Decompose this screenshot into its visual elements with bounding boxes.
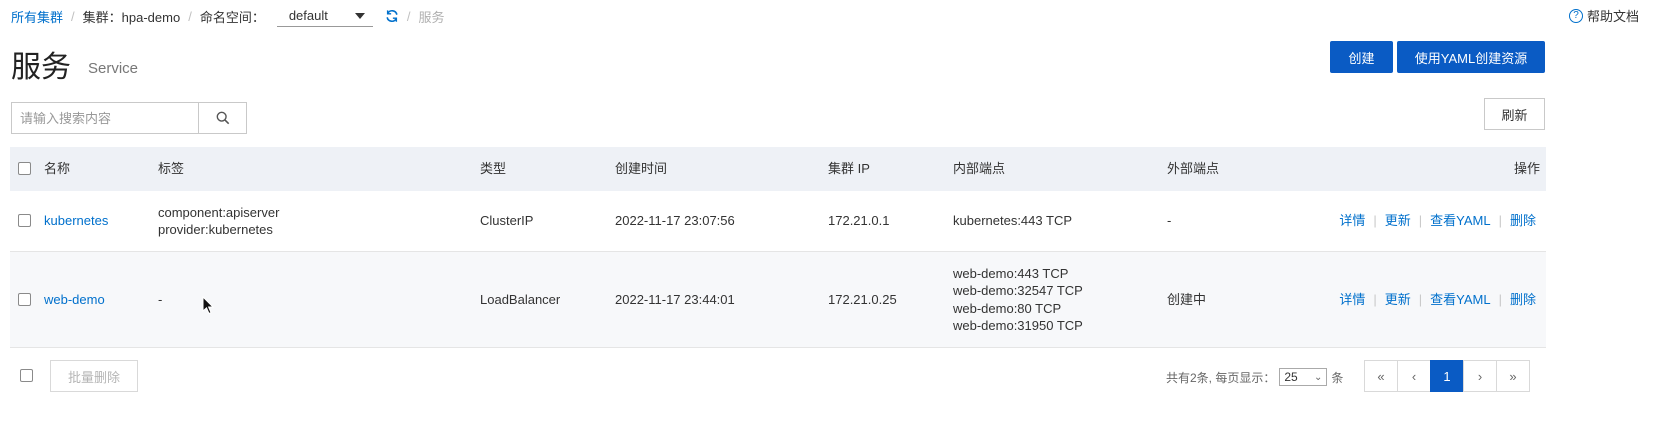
label-item: provider:kubernetes — [158, 222, 273, 237]
view-yaml-link[interactable]: 查看YAML — [1430, 291, 1490, 309]
endpoint-item: web-demo:32547 TCP — [953, 283, 1083, 298]
detail-link[interactable]: 详情 — [1339, 212, 1365, 230]
delete-link[interactable]: 删除 — [1510, 291, 1536, 309]
internal-endpoint-cell: kubernetes:443 TCP — [953, 191, 1072, 251]
divider: | — [1373, 213, 1377, 229]
view-yaml-link[interactable]: 查看YAML — [1430, 212, 1490, 230]
detail-link[interactable]: 详情 — [1339, 291, 1365, 309]
help-link[interactable]: ? 帮助文档 — [1568, 6, 1639, 25]
breadcrumb: 所有集群 / 集群：hpa-demo / 命名空间： default / 服务 — [11, 5, 445, 27]
service-name-link[interactable]: web-demo — [44, 291, 105, 309]
row-checkbox[interactable] — [18, 214, 31, 227]
type-cell: LoadBalancer — [480, 291, 561, 307]
header-operations: 操作 — [1513, 161, 1540, 177]
row-checkbox[interactable] — [18, 292, 31, 306]
footer-select-all-checkbox[interactable] — [20, 369, 33, 382]
labels-cell: - — [158, 252, 162, 347]
pagination-info: 共有2条, 每页显示： 25 ⌄ 条 — [1166, 368, 1343, 386]
table-row: kubernetes component:apiserver provider:… — [10, 191, 1546, 252]
last-page-button[interactable]: » — [1496, 360, 1530, 392]
endpoint-item: web-demo:443 TCP — [953, 265, 1069, 281]
caret-down-icon — [354, 12, 365, 19]
cluster-ip-cell: 172.21.0.1 — [828, 213, 890, 229]
refresh-button[interactable]: 刷新 — [1484, 98, 1545, 130]
search-bar — [11, 102, 247, 134]
delete-link[interactable]: 删除 — [1510, 212, 1536, 230]
select-all-checkbox[interactable] — [18, 162, 31, 175]
breadcrumb-separator: / — [71, 8, 75, 24]
endpoint-item: web-demo:31950 TCP — [953, 318, 1083, 333]
page-number-button[interactable]: 1 — [1430, 360, 1464, 392]
row-operations: 详情 | 更新 | 查看YAML | 删除 — [1339, 252, 1536, 347]
divider: | — [1418, 213, 1423, 229]
external-endpoint-cell: 创建中 — [1167, 291, 1207, 307]
cluster-ip-cell: 172.21.0.25 — [828, 291, 897, 307]
external-endpoint-cell: - — [1167, 213, 1172, 229]
refresh-icon[interactable] — [385, 9, 399, 23]
header-internal-endpoint: 内部端点 — [953, 161, 1006, 177]
table-footer: 批量删除 共有2条, 每页显示： 25 ⌄ 条 « ‹ 1 › » — [10, 360, 1546, 392]
table-header: 名称 标签 类型 创建时间 集群 IP 内部端点 外部端点 操作 — [10, 147, 1546, 191]
table-row: web-demo - LoadBalancer 2022-11-17 23:44… — [10, 252, 1546, 348]
labels-cell: component:apiserver provider:kubernetes — [158, 191, 279, 251]
endpoint-item: web-demo:80 TCP — [953, 300, 1062, 316]
created-cell: 2022-11-17 23:07:56 — [615, 213, 735, 229]
next-page-button[interactable]: › — [1463, 360, 1497, 392]
divider: | — [1498, 291, 1502, 307]
namespace-label: 命名空间： — [199, 9, 265, 25]
page-size-unit: 条 — [1331, 370, 1344, 385]
header-cluster-ip: 集群 IP — [828, 161, 870, 177]
first-page-button[interactable]: « — [1364, 360, 1398, 392]
label-item: component:apiserver — [158, 204, 280, 220]
search-input[interactable] — [11, 102, 199, 134]
namespace-select-value: default — [288, 8, 328, 23]
help-label: 帮助文档 — [1586, 9, 1639, 24]
divider: | — [1498, 213, 1502, 229]
create-with-yaml-button[interactable]: 使用YAML创建资源 — [1397, 41, 1545, 73]
update-link[interactable]: 更新 — [1385, 291, 1411, 309]
header-type: 类型 — [480, 161, 507, 177]
header-created: 创建时间 — [615, 161, 668, 177]
page-size-select[interactable]: 25 ⌄ — [1279, 368, 1328, 386]
mouse-cursor-icon — [202, 296, 215, 315]
header-name: 名称 — [44, 161, 71, 177]
breadcrumb-all-clusters[interactable]: 所有集群 — [11, 7, 63, 26]
breadcrumb-separator: / — [406, 8, 411, 24]
prev-page-button[interactable]: ‹ — [1397, 360, 1431, 392]
batch-delete-button[interactable]: 批量删除 — [50, 360, 138, 392]
header-external-endpoint: 外部端点 — [1167, 161, 1220, 177]
create-button[interactable]: 创建 — [1330, 41, 1393, 73]
help-icon: ? — [1568, 8, 1583, 23]
service-name-link[interactable]: kubernetes — [44, 212, 108, 230]
page-title: 服务 — [11, 51, 71, 84]
page-size-value: 25 — [1284, 370, 1298, 384]
total-text: 共有2条, 每页显示： — [1166, 370, 1276, 385]
pagination: « ‹ 1 › » — [1364, 360, 1530, 392]
namespace-select[interactable]: default — [276, 5, 373, 27]
row-operations: 详情 | 更新 | 查看YAML | 删除 — [1339, 191, 1536, 251]
breadcrumb-separator: / — [188, 8, 192, 24]
created-cell: 2022-11-17 23:44:01 — [615, 291, 735, 307]
divider: | — [1373, 291, 1377, 307]
endpoint-item: kubernetes:443 TCP — [953, 213, 1072, 229]
search-button[interactable] — [199, 102, 247, 134]
chevron-down-icon: ⌄ — [1313, 371, 1323, 383]
breadcrumb-current: 服务 — [418, 9, 445, 25]
type-cell: ClusterIP — [480, 213, 534, 229]
header-labels: 标签 — [158, 161, 185, 177]
search-icon — [216, 111, 229, 125]
services-table: 名称 标签 类型 创建时间 集群 IP 内部端点 外部端点 操作 kuberne… — [10, 147, 1546, 348]
label-item: - — [158, 291, 163, 307]
page-subtitle: Service — [88, 60, 139, 77]
internal-endpoint-cell: web-demo:443 TCP web-demo:32547 TCP web-… — [953, 252, 1083, 347]
breadcrumb-cluster: 集群：hpa-demo — [82, 9, 181, 25]
divider: | — [1418, 291, 1423, 307]
update-link[interactable]: 更新 — [1385, 212, 1411, 230]
